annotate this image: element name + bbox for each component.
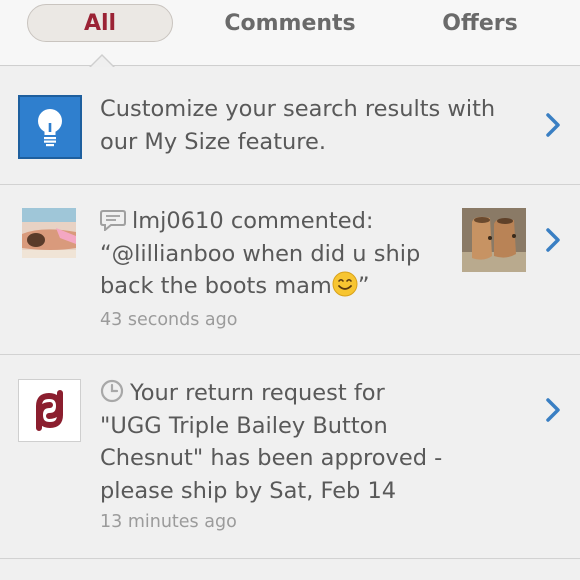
item-thumbnail[interactable] [462,208,526,272]
chevron-right-icon[interactable] [544,397,562,423]
chevron-right-icon[interactable] [544,112,562,138]
smiley-icon [332,271,358,297]
tab-offers[interactable]: Offers [430,4,530,42]
return-line-3: Chesnut" has been approved - [100,445,443,471]
return-line-4: please ship by Sat, Feb 14 [100,477,397,504]
return-line-2: "UGG Triple Bailey Button [100,412,388,439]
tip-text: Customize your search results with our M… [100,93,495,158]
comment-line-1: “@lillianboo when did u ship [100,240,421,267]
next-row-edge [0,560,580,580]
return-line-1: Your return request for [100,377,442,410]
tab-comments[interactable]: Comments [215,4,365,42]
my-size-tip-row[interactable]: Customize your search results with our M… [0,67,580,185]
tip-line-2: our My Size feature. [100,128,327,155]
comment-notification-row[interactable]: lmj0610 commented: “@lillianboo when did… [0,185,580,355]
return-timestamp: 13 minutes ago [100,512,237,532]
comment-bubble-icon [100,210,126,231]
tip-line-1: Customize your search results with [100,96,496,122]
chevron-right-icon[interactable] [544,227,562,253]
tab-bar: All Comments Offers [0,0,580,66]
lightbulb-icon [18,95,82,159]
comment-username[interactable]: lmj0610 [132,208,224,234]
comment-timestamp: 43 seconds ago [100,310,238,330]
avatar[interactable] [22,208,76,258]
return-request-row[interactable]: Your return request for "UGG Triple Bail… [0,355,580,559]
comment-action: commented: [223,208,374,234]
comment-text: lmj0610 commented: “@lillianboo when did… [100,205,420,303]
clock-icon [100,379,124,403]
comment-header: lmj0610 commented: [100,205,420,238]
tab-all[interactable]: All [27,4,173,42]
return-text: Your return request for "UGG Triple Bail… [100,377,442,507]
poshmark-logo [18,379,81,442]
comment-line-2: back the boots mam ” [100,271,370,299]
